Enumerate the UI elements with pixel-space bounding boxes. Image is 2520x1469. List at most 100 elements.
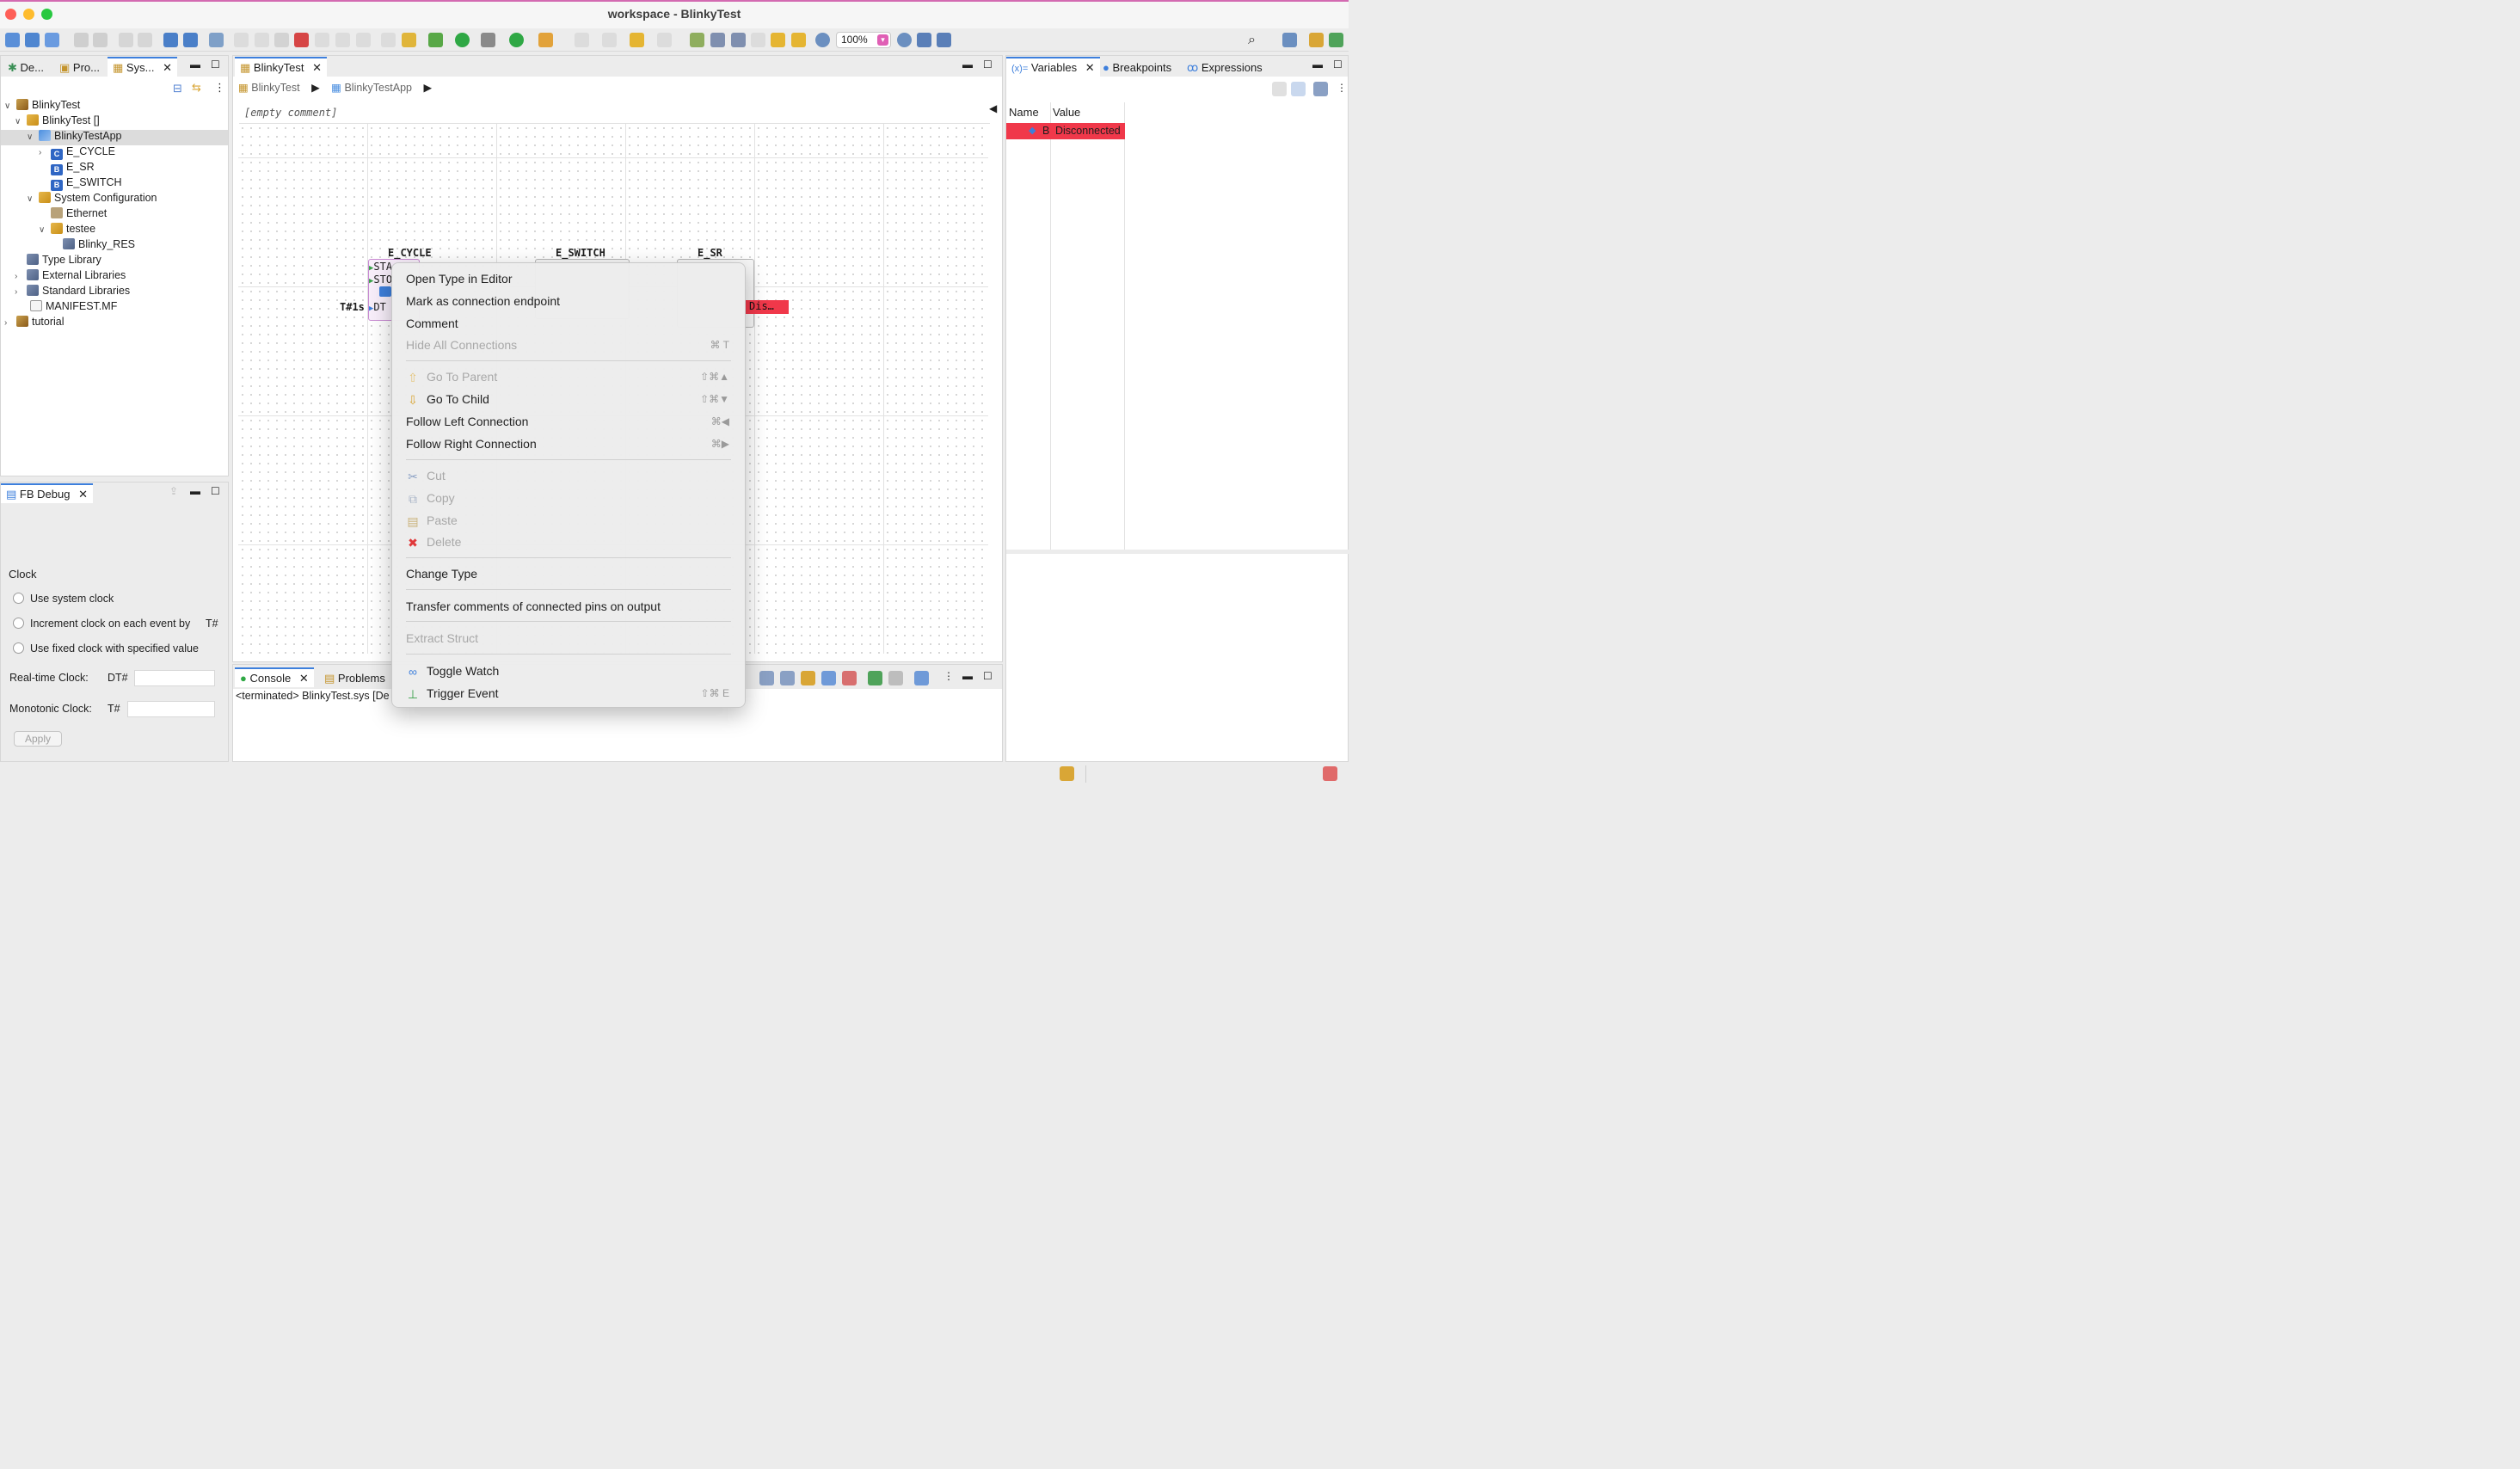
drop-to-frame-icon[interactable] — [381, 33, 396, 47]
use-step-filters-icon[interactable] — [402, 33, 416, 47]
refresh-icon[interactable] — [791, 33, 806, 47]
tab-console[interactable]: ● Console ✕ — [235, 667, 314, 687]
close-icon[interactable]: ✕ — [312, 61, 322, 74]
menu-item-paste[interactable]: ▤ Paste — [406, 512, 731, 531]
zoom-in-icon[interactable] — [897, 33, 912, 47]
scroll-lock-icon[interactable] — [801, 671, 815, 685]
minimize-icon[interactable]: ▬ — [190, 58, 200, 71]
debug-icon[interactable] — [428, 33, 443, 47]
menu-item-follow-left-connection[interactable]: Follow Left Connection ⌘◀ — [406, 413, 731, 432]
maximize-icon[interactable]: ☐ — [211, 485, 220, 497]
search-icon[interactable]: ⌕ — [1248, 33, 1263, 47]
step-into-icon[interactable] — [315, 33, 329, 47]
maximize-icon[interactable]: ☐ — [983, 670, 993, 682]
step-return-icon[interactable] — [356, 33, 371, 47]
detail-pane-divider[interactable] — [1006, 550, 1349, 554]
remove-launch-icon[interactable] — [759, 671, 774, 685]
search-run-icon[interactable] — [481, 33, 495, 47]
go-to-child-icon[interactable] — [771, 33, 785, 47]
menu-item-open-type-in-editor[interactable]: Open Type in Editor — [406, 270, 731, 289]
status-icon[interactable] — [1060, 766, 1074, 781]
radio-button[interactable] — [13, 593, 24, 604]
collapse-all-icon[interactable] — [1313, 82, 1328, 96]
tree-item-e-sr[interactable]: B E_SR — [51, 161, 95, 176]
new-icon[interactable] — [5, 33, 20, 47]
maximize-icon[interactable]: ☐ — [211, 58, 220, 71]
tree-item-tutorial[interactable]: › tutorial — [4, 316, 65, 331]
show-on-output-icon[interactable] — [842, 671, 857, 685]
minimize-icon[interactable]: ▬ — [962, 670, 973, 682]
tab-problems[interactable]: ▤ Problems — [319, 669, 390, 687]
close-icon[interactable]: ✕ — [1085, 61, 1095, 74]
menu-item-mark-connection-endpoint[interactable]: Mark as connection endpoint — [406, 292, 731, 311]
build-icon[interactable] — [538, 33, 553, 47]
variable-row[interactable]: ◆ B Disconnected — [1006, 123, 1125, 139]
minimize-icon[interactable]: ▬ — [1312, 58, 1323, 71]
comment-area[interactable]: [empty comment] — [239, 101, 990, 124]
monitor-icon[interactable] — [209, 33, 224, 47]
minimize-icon[interactable]: ▬ — [962, 58, 973, 71]
tree-item-manifest[interactable]: MANIFEST.MF — [30, 300, 117, 316]
tab-expressions[interactable]: ꝏ Expressions — [1182, 58, 1268, 77]
distribute-icon[interactable] — [731, 33, 746, 47]
terminate-icon[interactable] — [274, 33, 289, 47]
monotonic-clock-field[interactable] — [127, 701, 215, 717]
radio-button[interactable] — [13, 618, 24, 629]
pin-start[interactable]: ▶STA — [369, 261, 392, 273]
tree-item-blinkytest[interactable]: ∨ BlinkyTest — [4, 99, 80, 114]
menu-item-trigger-event[interactable]: ⊥ Trigger Event ⇧⌘ E — [406, 685, 731, 704]
display-console-icon[interactable] — [888, 671, 903, 685]
redo-icon[interactable] — [138, 33, 152, 47]
menu-item-comment[interactable]: Comment — [406, 315, 731, 334]
column-header-name[interactable]: Name — [1009, 106, 1039, 119]
menu-item-cut[interactable]: ✂ Cut — [406, 467, 731, 486]
pin-console-icon[interactable] — [868, 671, 882, 685]
new-project-icon[interactable] — [25, 33, 40, 47]
tree-item-blinkytestapp[interactable]: ∨ BlinkyTestApp — [1, 130, 228, 145]
menu-item-go-to-parent[interactable]: ⇧ Go To Parent ⇧⌘▲ — [406, 368, 731, 387]
close-icon[interactable]: ✕ — [299, 672, 309, 685]
watch-value-badge[interactable]: Dis… — [745, 300, 789, 314]
next-annotation-icon[interactable] — [575, 33, 589, 47]
trigger-icon[interactable]: ⇪ — [169, 485, 178, 497]
use-system-clock-option[interactable]: Use system clock — [13, 593, 114, 605]
maximize-icon[interactable]: ☐ — [983, 58, 993, 71]
tab-breakpoints[interactable]: ● Breakpoints — [1097, 58, 1177, 77]
debug-perspective-icon[interactable] — [1329, 33, 1343, 47]
show-logical-structure-icon[interactable] — [1291, 82, 1306, 96]
tab-variables[interactable]: (x)= Variables ✕ — [1006, 57, 1100, 77]
breadcrumb-item[interactable]: BlinkyTest — [251, 82, 299, 94]
show-type-names-icon[interactable] — [1272, 82, 1287, 96]
menu-item-toggle-watch[interactable]: ∞ Toggle Watch — [406, 662, 731, 681]
maximize-icon[interactable]: ☐ — [1333, 58, 1343, 71]
disconnect-icon[interactable] — [294, 33, 309, 47]
view-menu-icon[interactable]: ⋮ — [214, 81, 225, 95]
minimize-icon[interactable]: ▬ — [190, 485, 200, 497]
tree-item-external-libraries[interactable]: › External Libraries — [15, 269, 126, 285]
deploy-all-icon[interactable] — [183, 33, 198, 47]
save-all-icon[interactable] — [93, 33, 108, 47]
tree-item-testee[interactable]: ∨ testee — [39, 223, 95, 238]
menu-item-hide-all-connections[interactable]: Hide All Connections ⌘ T — [406, 336, 731, 355]
zoom-select[interactable]: 100% ▾ — [836, 32, 891, 48]
tab-project[interactable]: ▣ Pro... — [54, 58, 105, 77]
back-icon[interactable] — [630, 33, 644, 47]
menu-item-extract-struct[interactable]: Extract Struct — [406, 630, 731, 648]
menu-item-change-type[interactable]: Change Type — [406, 565, 731, 584]
zoom-out-icon[interactable] — [815, 33, 830, 47]
resume-icon[interactable] — [234, 33, 249, 47]
word-wrap-icon[interactable] — [821, 671, 836, 685]
menu-item-delete[interactable]: ✖ Delete — [406, 533, 731, 552]
close-icon[interactable]: ✕ — [163, 61, 172, 74]
menu-item-transfer-comments[interactable]: Transfer comments of connected pins on o… — [406, 598, 731, 617]
prev-annotation-icon[interactable] — [602, 33, 617, 47]
close-icon[interactable]: ✕ — [78, 488, 88, 501]
open-perspective-icon[interactable] — [1282, 33, 1297, 47]
deploy-icon[interactable] — [163, 33, 178, 47]
forward-icon[interactable] — [657, 33, 672, 47]
link-editor-icon[interactable]: ⇆ — [192, 81, 201, 95]
pin-stop[interactable]: ▶STO — [369, 274, 392, 286]
open-console-icon[interactable] — [914, 671, 929, 685]
go-to-parent-icon[interactable] — [751, 33, 765, 47]
menu-item-copy[interactable]: ⧉ Copy — [406, 489, 731, 508]
